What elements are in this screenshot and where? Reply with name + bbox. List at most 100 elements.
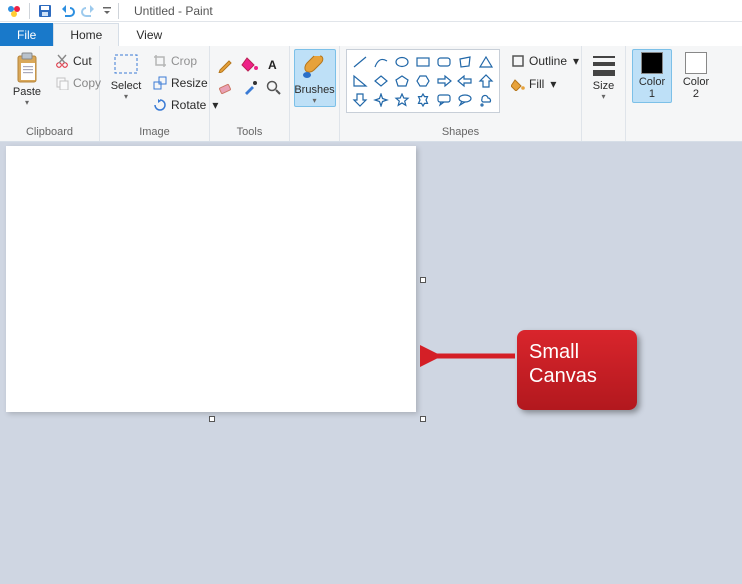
shape-arrow-left-icon[interactable] — [455, 72, 475, 90]
crop-button[interactable]: Crop — [148, 51, 223, 71]
undo-icon[interactable] — [57, 1, 77, 21]
customize-qat-dropdown-icon[interactable] — [101, 1, 113, 21]
window-title: Untitled - Paint — [134, 4, 213, 18]
shapes-gallery[interactable] — [346, 49, 500, 113]
color1-label: Color 1 — [639, 76, 665, 100]
shape-outline-button[interactable]: Outline ▾ — [506, 51, 584, 71]
resize-handle-southeast[interactable] — [420, 416, 426, 422]
shape-arrow-up-icon[interactable] — [476, 72, 496, 90]
group-image: Select ▾ Crop Resize Rotate ▾ Image — [100, 46, 210, 141]
select-button[interactable]: Select ▾ — [106, 49, 146, 103]
rotate-label: Rotate — [171, 98, 206, 112]
tab-view[interactable]: View — [119, 23, 179, 46]
shape-pentagon-icon[interactable] — [392, 72, 412, 90]
annotation-arrow-icon — [420, 340, 520, 380]
save-icon[interactable] — [35, 1, 55, 21]
shape-callout-rounded-icon[interactable] — [434, 91, 454, 109]
group-clipboard: Paste ▾ Cut Copy Clipboard — [0, 46, 100, 141]
select-icon — [112, 52, 140, 78]
shape-diamond-icon[interactable] — [371, 72, 391, 90]
shape-oval-icon[interactable] — [392, 53, 412, 71]
scissors-icon — [55, 54, 69, 68]
dropdown-icon: ▾ — [601, 94, 605, 100]
resize-handle-east[interactable] — [420, 277, 426, 283]
group-label — [632, 124, 716, 141]
fill-label: Fill — [529, 77, 544, 91]
size-label: Size — [593, 80, 614, 92]
resize-icon — [153, 76, 167, 90]
group-label: Shapes — [346, 124, 575, 141]
dropdown-icon: ▾ — [550, 77, 556, 91]
group-shapes: Outline ▾ Fill ▾ Shapes — [340, 46, 582, 141]
workspace: Small Canvas — [0, 142, 742, 584]
color2-button[interactable]: Color 2 — [676, 49, 716, 103]
clipboard-icon — [13, 52, 41, 84]
resize-handle-south[interactable] — [209, 416, 215, 422]
shape-callout-cloud-icon[interactable] — [476, 91, 496, 109]
rotate-icon — [153, 98, 167, 112]
shape-4star-icon[interactable] — [371, 91, 391, 109]
group-label — [588, 124, 619, 141]
shape-roundrect-icon[interactable] — [434, 53, 454, 71]
color-picker-tool[interactable] — [239, 77, 261, 99]
color1-swatch — [641, 52, 663, 74]
color1-button[interactable]: Color 1 — [632, 49, 672, 103]
separator — [118, 3, 119, 19]
shape-polygon-icon[interactable] — [455, 53, 475, 71]
eraser-tool[interactable] — [215, 77, 237, 99]
shape-rtriangle-icon[interactable] — [350, 72, 370, 90]
paste-button[interactable]: Paste ▾ — [6, 49, 48, 109]
dropdown-icon: ▾ — [312, 98, 316, 104]
group-colors: Color 1 Color 2 — [626, 46, 716, 141]
brushes-label: Brushes — [294, 84, 334, 96]
cut-label: Cut — [73, 54, 92, 68]
group-brushes: Brushes ▾ — [290, 46, 340, 141]
color2-label: Color 2 — [683, 76, 709, 100]
tab-home[interactable]: Home — [53, 23, 119, 46]
brush-icon — [300, 52, 330, 82]
outline-label: Outline — [529, 54, 567, 68]
dropdown-icon: ▾ — [573, 54, 579, 68]
ribbon: Paste ▾ Cut Copy Clipboard Select ▾ — [0, 46, 742, 142]
shape-line-icon[interactable] — [350, 53, 370, 71]
shape-rect-icon[interactable] — [413, 53, 433, 71]
shape-fill-button[interactable]: Fill ▾ — [506, 74, 584, 94]
group-size: Size ▾ — [582, 46, 626, 141]
shape-arrow-down-icon[interactable] — [350, 91, 370, 109]
fill-tool[interactable] — [239, 53, 261, 75]
size-button[interactable]: Size ▾ — [583, 49, 625, 103]
shape-triangle-icon[interactable] — [476, 53, 496, 71]
group-label — [296, 124, 333, 141]
outline-icon — [511, 54, 525, 68]
crop-label: Crop — [171, 54, 197, 68]
paste-label: Paste — [13, 86, 41, 98]
shape-hexagon-icon[interactable] — [413, 72, 433, 90]
group-label: Tools — [216, 124, 283, 141]
brushes-button[interactable]: Brushes ▾ — [294, 49, 336, 107]
app-icon[interactable] — [4, 1, 24, 21]
copy-button[interactable]: Copy — [50, 73, 106, 93]
text-tool[interactable]: A — [263, 53, 285, 75]
tab-label: File — [17, 28, 36, 42]
select-label: Select — [111, 80, 142, 92]
tab-file[interactable]: File — [0, 23, 53, 46]
copy-label: Copy — [73, 76, 101, 90]
shape-callout-oval-icon[interactable] — [455, 91, 475, 109]
size-icon — [590, 52, 618, 78]
copy-icon — [55, 76, 69, 90]
tab-label: View — [136, 28, 162, 42]
cut-button[interactable]: Cut — [50, 51, 106, 71]
drawing-canvas[interactable] — [6, 146, 416, 412]
shape-5star-icon[interactable] — [392, 91, 412, 109]
color2-swatch — [685, 52, 707, 74]
shape-curve-icon[interactable] — [371, 53, 391, 71]
redo-icon[interactable] — [79, 1, 99, 21]
crop-icon — [153, 54, 167, 68]
shape-6star-icon[interactable] — [413, 91, 433, 109]
annotation-text: Small — [529, 340, 625, 364]
group-label: Clipboard — [6, 124, 93, 141]
shape-arrow-right-icon[interactable] — [434, 72, 454, 90]
title-bar: Untitled - Paint — [0, 0, 742, 22]
magnifier-tool[interactable] — [263, 77, 285, 99]
group-label: Image — [106, 124, 203, 141]
